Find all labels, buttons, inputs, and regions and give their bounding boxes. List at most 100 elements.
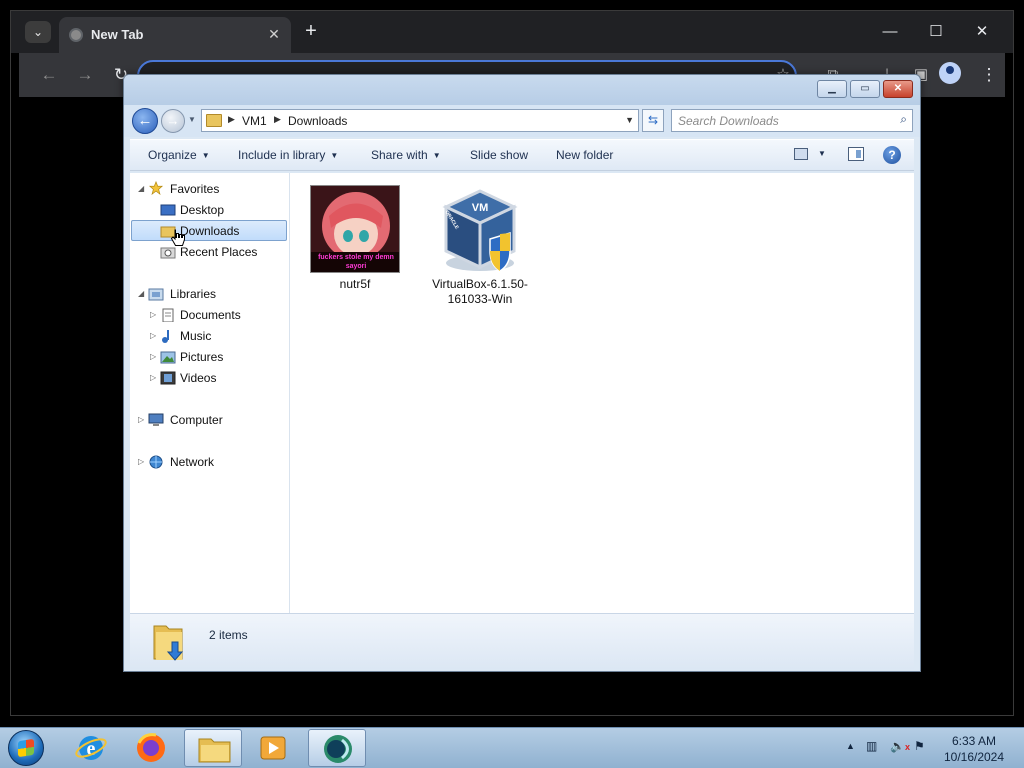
explorer-minimize-button[interactable]: ▁ (817, 80, 847, 98)
clock-time: 6:33 AM (951, 734, 997, 748)
slide-show-button[interactable]: Slide show (470, 148, 528, 162)
file-list: fuckers stole my demn sayori nutr5f VM O… (290, 173, 914, 613)
collapse-arrow-icon[interactable]: ◢ (138, 284, 144, 304)
nav-music[interactable]: Music (180, 326, 211, 346)
svg-text:VM: VM (472, 202, 489, 214)
globe-icon (69, 28, 83, 42)
nav-desktop[interactable]: Desktop (180, 200, 224, 220)
forward-arrow-icon[interactable]: → (161, 109, 185, 133)
tab-search-icon[interactable]: ⌄ (25, 21, 51, 43)
file-name: VirtualBox-6.1.50-161033-Win (432, 277, 528, 306)
command-bar: Organize ▼ Include in library ▼ Share with… (130, 139, 914, 171)
breadcrumb-downloads[interactable]: Downloads (288, 114, 347, 128)
back-button[interactable]: ← (37, 63, 61, 87)
chrome-minimize-button[interactable]: — (875, 19, 905, 45)
expand-arrow-icon[interactable]: ▷ (150, 305, 156, 325)
nav-documents[interactable]: Documents (180, 305, 241, 325)
image-thumbnail: fuckers stole my demn sayori (310, 185, 400, 273)
expand-arrow-icon[interactable]: ▷ (138, 410, 144, 430)
star-icon (148, 181, 164, 195)
system-clock[interactable]: 6:33 AM 10/16/2024 (938, 733, 1010, 765)
folder-icon (206, 114, 222, 127)
downloads-folder-large-icon (153, 625, 184, 661)
chrome-close-button[interactable]: ✕ (967, 19, 997, 45)
address-dropdown-icon[interactable]: ▼ (625, 115, 634, 125)
dropdown-arrow-icon: ▼ (432, 151, 441, 160)
nav-videos[interactable]: Videos (180, 368, 216, 388)
nav-pictures[interactable]: Pictures (180, 347, 223, 367)
nav-computer[interactable]: Computer (170, 410, 223, 430)
videos-icon (160, 371, 176, 385)
media-player-icon[interactable] (244, 729, 302, 767)
tab-title: New Tab (91, 27, 144, 42)
organize-button[interactable]: Organize ▼ (148, 148, 210, 162)
network-icon (149, 455, 163, 469)
expand-arrow-icon[interactable]: ▷ (150, 347, 156, 367)
clock-date: 10/16/2024 (943, 750, 1005, 764)
virtualbox-icon[interactable] (308, 729, 366, 767)
show-hidden-icons-icon[interactable]: ▲ (846, 741, 855, 751)
nav-favorites[interactable]: Favorites (170, 179, 219, 199)
desktop-icon (160, 204, 176, 216)
taskbar: e ▲ ▥ 🔈x ⚑ 6:33 AM 10/16/2024 (0, 727, 1024, 768)
tab-close-icon[interactable]: ✕ (265, 25, 283, 43)
share-with-button[interactable]: Share with ▼ (371, 148, 441, 162)
chrome-tab-strip: ⌄ New Tab ✕ + — ☐ ✕ (11, 11, 1013, 53)
expand-arrow-icon[interactable]: ▷ (138, 452, 144, 472)
file-explorer-icon[interactable] (184, 729, 242, 767)
file-item-virtualbox-installer[interactable]: VM ORACLE VirtualBox-6.1.50-161033-Win (418, 173, 542, 313)
view-dropdown-icon[interactable]: ▼ (818, 149, 826, 158)
firefox-logo (137, 733, 165, 762)
dropdown-arrow-icon: ▼ (201, 151, 210, 160)
internet-explorer-icon[interactable]: e (62, 729, 120, 767)
folder-logo (198, 738, 231, 763)
breadcrumb-vm1[interactable]: VM1 (242, 114, 267, 128)
item-count: 2 items (209, 628, 248, 642)
explorer-close-button[interactable]: ✕ (883, 80, 913, 98)
explorer-title-bar[interactable]: ▁ ▭ ✕ (124, 75, 920, 105)
recent-pages-dropdown-icon[interactable]: ▼ (188, 115, 196, 124)
expand-arrow-icon[interactable]: ▷ (150, 326, 156, 346)
menu-icon[interactable]: ⋮ (979, 63, 999, 87)
change-view-icon[interactable] (794, 148, 808, 160)
file-item-nutr5f[interactable]: fuckers stole my demn sayori nutr5f (290, 173, 420, 303)
nav-network[interactable]: Network (170, 452, 214, 472)
include-in-library-label: Include in library (238, 148, 326, 162)
breadcrumb-separator-icon[interactable]: ▶ (228, 114, 235, 125)
nav-downloads[interactable]: Downloads (180, 221, 239, 241)
include-in-library-button[interactable]: Include in library ▼ (238, 148, 338, 162)
search-icon[interactable]: ⌕ (900, 112, 907, 127)
start-button[interactable] (8, 730, 44, 766)
new-tab-button[interactable]: + (299, 20, 323, 44)
firefox-icon[interactable] (122, 729, 180, 767)
computer-icon (148, 413, 164, 426)
nav-libraries[interactable]: Libraries (170, 284, 216, 304)
expand-arrow-icon[interactable]: ▷ (150, 368, 156, 388)
forward-button[interactable]: → (73, 63, 97, 87)
preview-pane-icon[interactable] (848, 147, 864, 161)
chrome-tab-new-tab[interactable]: New Tab ✕ (59, 17, 291, 53)
back-arrow-icon[interactable]: ← (132, 108, 158, 134)
collapse-arrow-icon[interactable]: ◢ (138, 179, 144, 199)
address-bar[interactable]: ▶ VM1 ▶ Downloads ▼ (201, 109, 639, 132)
explorer-window: ▁ ▭ ✕ ← → ▼ ▶ VM1 ▶ Downloads ▼ ⇆ ⌕ Orga… (123, 74, 921, 672)
help-icon[interactable]: ? (883, 146, 901, 164)
explorer-maximize-button[interactable]: ▭ (850, 80, 880, 98)
action-center-flag-icon[interactable]: ⚑ (914, 739, 925, 753)
search-input[interactable] (678, 113, 883, 129)
breadcrumb-separator-icon[interactable]: ▶ (274, 114, 281, 125)
file-name: nutr5f (339, 277, 371, 291)
details-pane: 2 items (130, 613, 914, 669)
recent-places-icon (160, 247, 176, 259)
thumbnail-caption: fuckers stole my demn sayori (318, 254, 394, 270)
profile-icon[interactable] (939, 62, 961, 84)
music-icon (162, 330, 169, 343)
nav-recent-places[interactable]: Recent Places (180, 242, 257, 262)
device-icon[interactable]: ▥ (866, 739, 877, 753)
chrome-maximize-button[interactable]: ☐ (921, 19, 951, 45)
search-box[interactable]: ⌕ (671, 109, 913, 132)
speaker-muted-icon[interactable]: 🔈x (890, 739, 910, 753)
new-folder-button[interactable]: New folder (556, 148, 613, 162)
pictures-icon (160, 351, 176, 364)
refresh-icon[interactable]: ⇆ (642, 109, 664, 132)
